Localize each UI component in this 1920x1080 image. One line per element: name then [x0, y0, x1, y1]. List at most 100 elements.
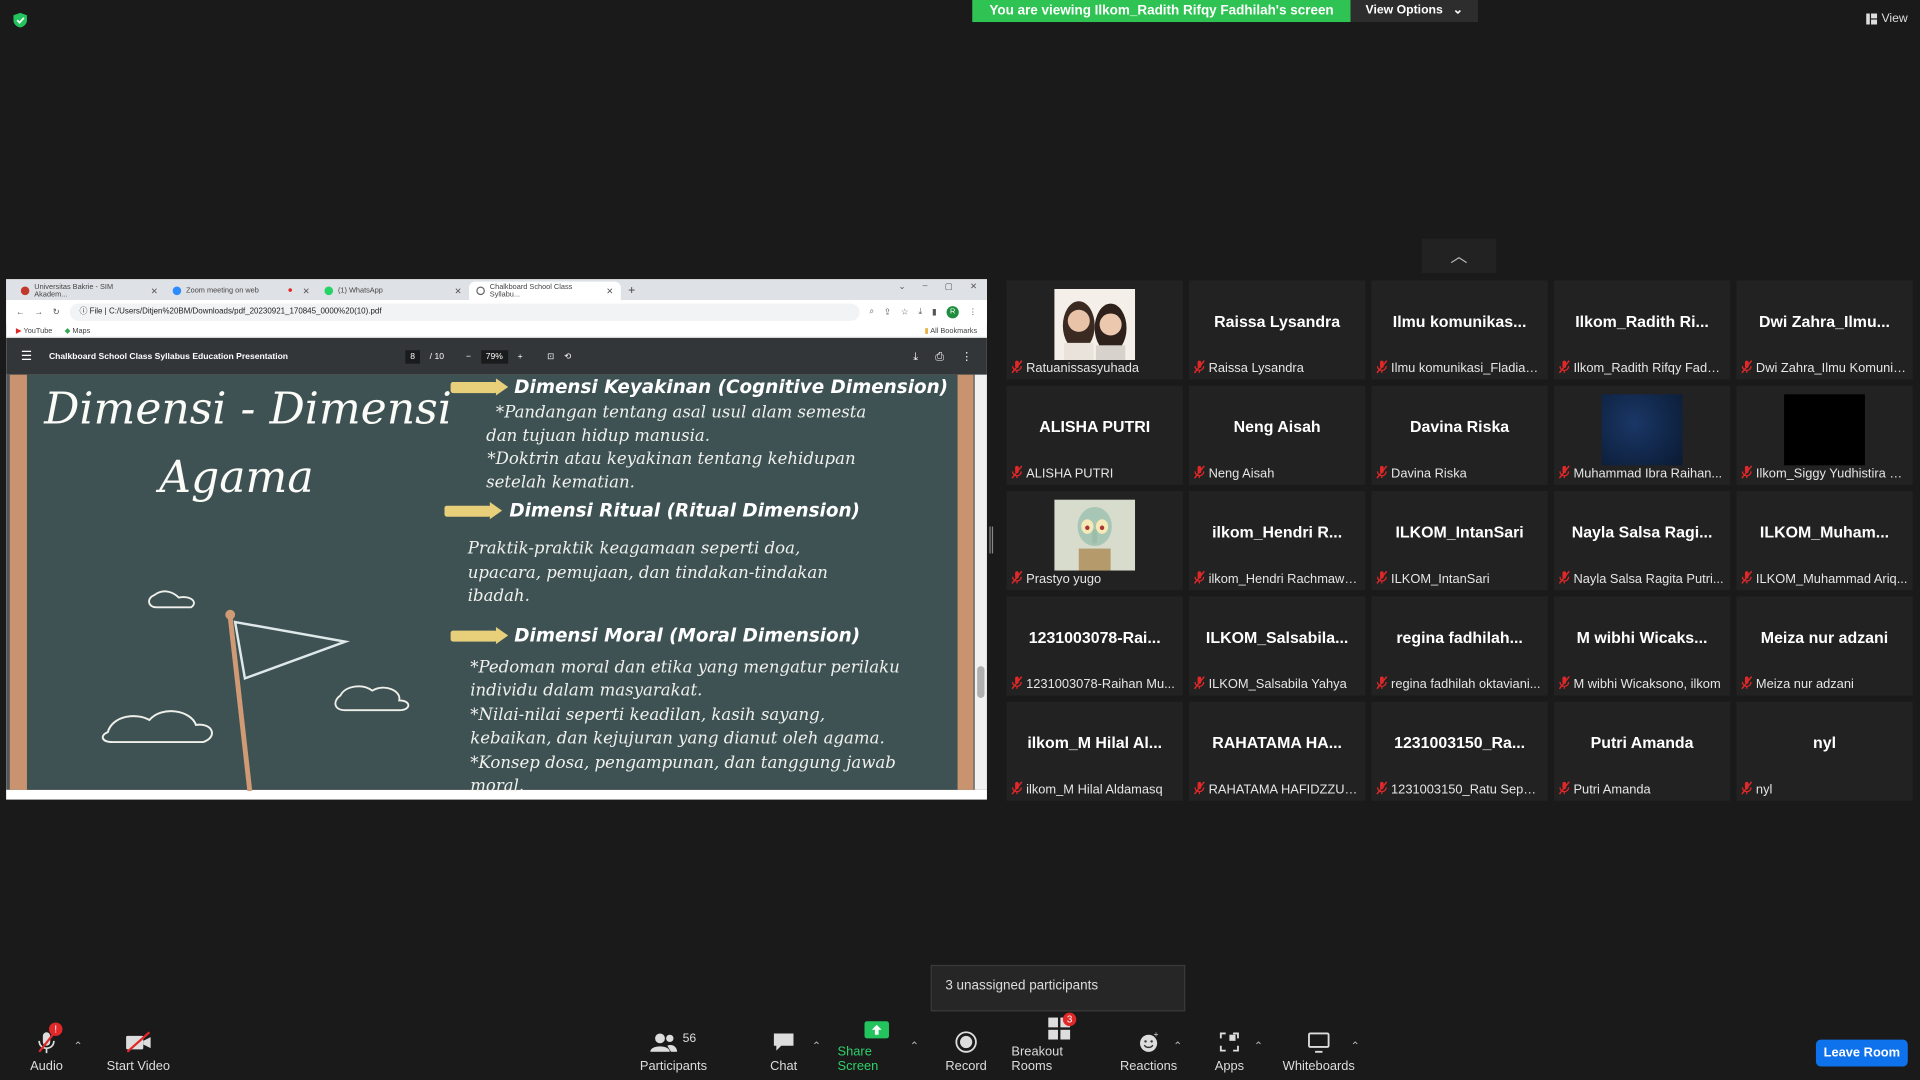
participant-tile[interactable]: Dwi Zahra_Ilmu... Dwi Zahra_Ilmu Komunik.…: [1736, 280, 1913, 380]
whiteboards-button[interactable]: Whiteboards: [1281, 1022, 1357, 1080]
print-icon[interactable]: ⎙: [935, 350, 944, 363]
profile-avatar[interactable]: R: [946, 306, 959, 319]
participant-tile[interactable]: ILKOM_Muham... ILKOM_Muhammad Ariq...: [1736, 491, 1913, 591]
chat-options-caret-icon[interactable]: ⌃: [812, 1040, 821, 1053]
reactions-options-caret-icon[interactable]: ⌃: [1173, 1040, 1182, 1053]
start-video-label: Start Video: [106, 1059, 171, 1074]
start-video-button[interactable]: Start Video: [100, 1022, 176, 1080]
slide-text: upacara, pemujaan, dan tindakan-tindakan: [467, 563, 828, 583]
zoom-in-icon[interactable]: +: [518, 352, 523, 361]
share-screen-button[interactable]: Share Screen: [838, 1021, 916, 1080]
audio-options-caret-icon[interactable]: ⌃: [73, 1040, 82, 1053]
fit-page-icon[interactable]: ⊡: [547, 351, 554, 362]
zoom-icon[interactable]: ⌕: [869, 307, 874, 317]
all-bookmarks[interactable]: ▮ All Bookmarks: [924, 326, 977, 335]
participant-tile[interactable]: Ratuanissasyuhada: [1006, 280, 1183, 380]
bookmark-maps[interactable]: ◆ Maps: [65, 326, 91, 335]
browser-tab-2[interactable]: Zoom meeting on web ● ✕: [165, 282, 317, 300]
split-view-drag-handle[interactable]: [989, 526, 994, 554]
participant-tile[interactable]: Ilmu komunikas... Ilmu komunikasi_Fladian…: [1371, 280, 1548, 380]
participant-tile[interactable]: Muhammad Ibra Raihan...: [1553, 385, 1731, 485]
whiteboards-options-caret-icon[interactable]: ⌃: [1351, 1040, 1360, 1053]
participant-tile[interactable]: regina fadhilah... regina fadhilah oktavi…: [1371, 596, 1548, 696]
participants-button[interactable]: 56 Participants: [637, 1022, 710, 1080]
share-icon[interactable]: ⇪: [884, 307, 891, 318]
audio-button[interactable]: ! Audio: [21, 1022, 72, 1080]
pdf-viewer[interactable]: Dimensi - Dimensi Agama Dimensi Keyakina…: [6, 374, 987, 796]
bookmark-youtube[interactable]: ▶ YouTube: [16, 326, 52, 335]
star-icon[interactable]: ☆: [901, 307, 909, 318]
participant-label: Neng Aisah: [1193, 465, 1361, 482]
zoom-level[interactable]: 79%: [480, 349, 508, 364]
close-icon[interactable]: ✕: [970, 282, 977, 292]
menu-icon[interactable]: ⋮: [969, 307, 978, 318]
download-icon[interactable]: ⤓: [913, 350, 918, 363]
participant-name: M wibhi Wicaksono, ilkom: [1573, 677, 1721, 692]
breakout-rooms-button[interactable]: 3 Breakout Rooms: [1011, 1012, 1107, 1080]
participant-tile[interactable]: RAHATAMA HA... RAHATAMA HAFIDZZUD...: [1188, 701, 1366, 801]
zoom-out-icon[interactable]: −: [466, 352, 471, 361]
participant-tile[interactable]: Ilkom_Radith Ri... Ilkom_Radith Rifqy Fad…: [1553, 280, 1731, 380]
browser-tab-4[interactable]: Chalkboard School Class Syllabu... ✕: [468, 281, 621, 301]
reactions-smiley-icon: +: [1135, 1030, 1162, 1054]
participant-tile[interactable]: 1231003150_Ra... 1231003150_Ratu Sephi...: [1371, 701, 1548, 801]
participant-tile[interactable]: Raissa Lysandra Raissa Lysandra: [1188, 280, 1366, 380]
browser-tab-1[interactable]: Universitas Bakrie - SIM Akadem... ✕: [13, 282, 165, 300]
leave-room-button[interactable]: Leave Room: [1815, 1039, 1908, 1067]
apps-options-caret-icon[interactable]: ⌃: [1254, 1040, 1263, 1053]
participant-tile[interactable]: ilkom_Hendri R... ilkom_Hendri Rachmawa..…: [1188, 491, 1366, 591]
folder-icon: ▮: [924, 327, 929, 335]
close-icon[interactable]: ✕: [454, 286, 461, 296]
participant-tile[interactable]: nyl nyl: [1736, 701, 1913, 801]
reactions-button[interactable]: + Reactions: [1120, 1022, 1177, 1080]
participant-tile[interactable]: Putri Amanda Putri Amanda: [1553, 701, 1731, 801]
address-bar[interactable]: ⓘ File | C:/Users/Ditjen%20BM/Downloads/…: [69, 303, 860, 321]
participant-tile[interactable]: Davina Riska Davina Riska: [1371, 385, 1548, 485]
participant-tile[interactable]: Neng Aisah Neng Aisah: [1188, 385, 1366, 485]
apps-button[interactable]: Apps: [1210, 1022, 1249, 1080]
participant-tile[interactable]: Prastyo yugo: [1006, 491, 1183, 591]
sidepanel-icon[interactable]: ▮: [932, 307, 937, 318]
rotate-icon[interactable]: ⟲: [564, 351, 571, 362]
participant-tile[interactable]: M wibhi Wicaks... M wibhi Wicaksono, ilko…: [1553, 596, 1731, 696]
download-icon[interactable]: ⤓: [918, 307, 922, 317]
muted-mic-icon: [1558, 676, 1570, 693]
participant-display-name: Nayla Salsa Ragi...: [1571, 522, 1713, 542]
participant-tile[interactable]: Meiza nur adzani Meiza nur adzani: [1736, 596, 1913, 696]
reload-icon[interactable]: ↻: [53, 307, 60, 318]
page-total: / 10: [429, 352, 444, 361]
close-icon[interactable]: ✕: [303, 286, 310, 296]
participant-tile[interactable]: ilkom_M Hilal Al... ilkom_M Hilal Aldamas…: [1006, 701, 1183, 801]
share-options-caret-icon[interactable]: ⌃: [910, 1040, 919, 1053]
minimize-icon[interactable]: –: [923, 282, 928, 292]
participant-name: Raissa Lysandra: [1208, 361, 1304, 376]
view-options-button[interactable]: View Options ⌄: [1350, 0, 1478, 23]
view-button[interactable]: View: [1865, 12, 1908, 26]
participant-tile[interactable]: ILKOM_IntanSari ILKOM_IntanSari: [1371, 491, 1548, 591]
new-tab-button[interactable]: +: [621, 283, 643, 300]
participant-tile[interactable]: ILKOM_Salsabila... ILKOM_Salsabila Yahya: [1188, 596, 1366, 696]
close-icon[interactable]: ✕: [151, 286, 158, 296]
hamburger-menu-icon[interactable]: ☰: [21, 350, 32, 363]
forward-icon[interactable]: →: [34, 308, 43, 317]
browser-tab-3[interactable]: (1) WhatsApp ✕: [317, 282, 469, 300]
shared-screen[interactable]: Universitas Bakrie - SIM Akadem... ✕ Zoo…: [6, 279, 987, 800]
page-number-input[interactable]: 8: [405, 349, 420, 364]
pdf-scrollbar[interactable]: [974, 374, 987, 790]
more-icon[interactable]: ⋮: [961, 350, 972, 363]
maximize-icon[interactable]: ▢: [945, 282, 953, 292]
chat-button[interactable]: Chat: [765, 1022, 802, 1080]
participant-name: Meiza nur adzani: [1755, 677, 1854, 692]
back-icon[interactable]: ←: [16, 308, 25, 317]
security-shield-icon[interactable]: [12, 12, 28, 28]
gallery-page-up-button[interactable]: ︿: [1421, 238, 1497, 274]
chevron-down-icon[interactable]: ⌄: [898, 282, 905, 292]
unassigned-participants-tooltip[interactable]: 3 unassigned participants: [930, 964, 1186, 1012]
close-icon[interactable]: ✕: [606, 286, 613, 296]
record-button[interactable]: Record: [945, 1022, 987, 1080]
participant-tile[interactable]: 1231003078-Rai... 1231003078-Raihan Mu...: [1006, 596, 1183, 696]
scrollbar-thumb[interactable]: [977, 666, 985, 698]
participant-tile[interactable]: Nayla Salsa Ragi... Nayla Salsa Ragita Pu…: [1553, 491, 1731, 591]
participant-tile[interactable]: ALISHA PUTRI ALISHA PUTRI: [1006, 385, 1183, 485]
participant-tile[interactable]: Ilkom_Siggy Yudhistira D...: [1736, 385, 1913, 485]
